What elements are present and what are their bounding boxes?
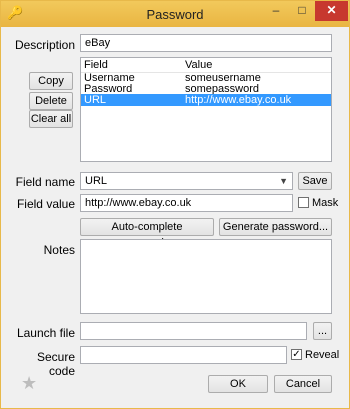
description-input[interactable]: eBay bbox=[80, 34, 332, 52]
fields-table[interactable]: Field Value Username someusername Passwo… bbox=[80, 57, 332, 162]
password-dialog: 🔑 Password – □ ✕ Description eBay Copy D… bbox=[0, 0, 350, 409]
browse-button[interactable]: ... bbox=[313, 322, 332, 340]
secure-code-label: Secure code bbox=[36, 350, 75, 378]
save-button[interactable]: Save bbox=[298, 172, 332, 190]
generate-password-button[interactable]: Generate password... bbox=[219, 218, 332, 236]
header-field: Field bbox=[84, 59, 108, 71]
maximize-button[interactable]: □ bbox=[289, 1, 315, 21]
star-icon[interactable]: ★ bbox=[21, 373, 37, 394]
mask-checkbox[interactable] bbox=[298, 197, 309, 208]
field-value-input[interactable]: http://www.ebay.co.uk bbox=[80, 194, 293, 212]
header-value: Value bbox=[185, 59, 213, 71]
copy-button[interactable]: Copy bbox=[29, 72, 73, 90]
clear-all-button[interactable]: Clear all bbox=[29, 110, 73, 128]
row-field: URL bbox=[84, 94, 107, 106]
mask-label: Mask bbox=[312, 197, 339, 209]
row-value: http://www.ebay.co.uk bbox=[185, 94, 292, 106]
reveal-label: Reveal bbox=[305, 349, 340, 361]
field-name-select[interactable]: URL ▼ bbox=[80, 172, 293, 190]
close-button[interactable]: ✕ bbox=[315, 1, 348, 21]
reveal-checkbox[interactable]: ✓ bbox=[291, 349, 302, 360]
launch-file-input[interactable] bbox=[80, 322, 307, 340]
notes-textarea[interactable] bbox=[80, 239, 332, 314]
ok-button[interactable]: OK bbox=[208, 375, 268, 393]
table-header: Field Value bbox=[81, 58, 331, 73]
minimize-button[interactable]: – bbox=[263, 1, 289, 21]
field-name-value: URL bbox=[85, 175, 108, 187]
title-bar[interactable]: 🔑 Password – □ ✕ bbox=[1, 1, 349, 27]
notes-label: Notes bbox=[43, 243, 75, 257]
cancel-button[interactable]: Cancel bbox=[274, 375, 332, 393]
launch-file-label: Launch file bbox=[16, 326, 75, 340]
description-label: Description bbox=[14, 38, 75, 52]
table-row-selected[interactable]: URL http://www.ebay.co.uk bbox=[81, 94, 331, 106]
field-name-label: Field name bbox=[15, 175, 75, 189]
delete-button[interactable]: Delete bbox=[29, 92, 73, 110]
field-value-label: Field value bbox=[16, 197, 75, 211]
secure-code-input[interactable] bbox=[80, 346, 287, 364]
chevron-down-icon: ▼ bbox=[279, 176, 288, 186]
autocomplete-commands-button[interactable]: Auto-complete commands... bbox=[80, 218, 214, 249]
